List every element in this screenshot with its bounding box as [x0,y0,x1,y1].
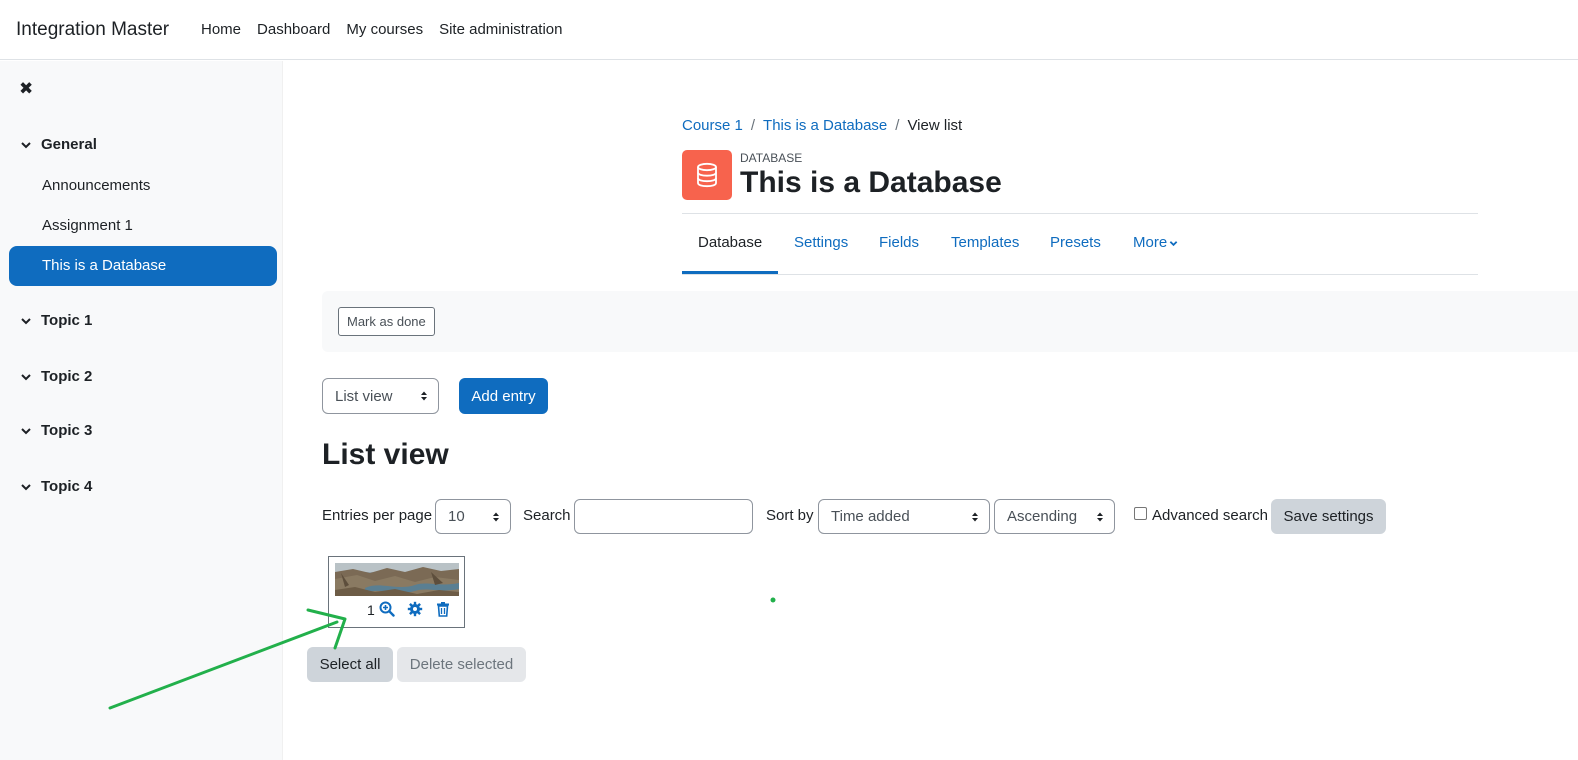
section-topic-4[interactable]: Topic 4 [20,478,92,495]
breadcrumb-separator: / [895,117,900,134]
tab-presets[interactable]: Presets [1050,234,1101,251]
tab-more-label: More [1133,234,1168,251]
sort-by-label: Sort by [766,507,814,524]
select-arrows-icon [1097,512,1103,521]
primary-navigation: Home Dashboard My courses Site administr… [201,21,563,38]
page-title: This is a Database [740,166,1002,199]
chevron-down-icon [21,427,31,434]
nav-home-link[interactable]: Home [201,21,241,38]
select-all-button[interactable]: Select all [307,647,393,682]
advanced-search-label: Advanced search [1152,507,1268,524]
section-title: Topic 1 [41,312,93,329]
search-label: Search [523,507,571,524]
tab-settings[interactable]: Settings [794,234,848,251]
activity-announcements[interactable]: Announcements [42,177,150,194]
view-select-value: List view [335,387,393,405]
delete-selected-button: Delete selected [397,647,526,682]
section-topic-1[interactable]: Topic 1 [20,312,92,329]
list-view-heading: List view [322,438,449,471]
chevron-down-icon [21,317,31,324]
close-icon[interactable]: ✖ [19,79,33,99]
top-navbar: Integration Master Home Dashboard My cou… [0,0,1578,60]
section-title: Topic 2 [41,368,93,385]
chevron-down-icon [21,483,31,490]
active-tab-indicator [682,271,778,274]
section-topic-3[interactable]: Topic 3 [20,422,92,439]
breadcrumb-separator: / [750,117,756,134]
zoom-in-icon[interactable] [379,601,395,617]
select-arrows-icon [493,512,499,521]
nav-dashboard-link[interactable]: Dashboard [257,21,330,38]
chevron-down-icon [1169,240,1178,246]
site-brand[interactable]: Integration Master [16,19,169,41]
sort-by-select[interactable]: Time added [818,499,990,534]
view-select[interactable]: List view [322,378,439,414]
section-general[interactable]: General [20,136,97,153]
breadcrumb: Course 1 / This is a Database / View lis… [682,117,962,134]
sort-by-value: Time added [831,508,910,525]
select-arrows-icon [421,391,427,401]
breadcrumb-current: View list [907,117,963,134]
trash-icon[interactable] [435,601,451,617]
sort-order-select[interactable]: Ascending [994,499,1115,534]
select-arrows-icon [972,512,978,521]
entry-card: 1 [328,556,465,628]
tab-database[interactable]: Database [698,234,762,251]
gear-icon[interactable] [407,601,423,617]
entries-per-page-value: 10 [448,508,465,525]
section-title: Topic 3 [41,422,93,439]
activity-this-is-a-database[interactable]: This is a Database [9,246,277,286]
nav-my-courses-link[interactable]: My courses [346,21,423,38]
module-type-label: DATABASE [740,151,803,165]
sort-order-value: Ascending [1007,508,1078,525]
activity-completion-bar: Mark as done [322,291,1578,352]
section-topic-2[interactable]: Topic 2 [20,368,92,385]
database-icon [682,150,732,200]
entries-per-page-select[interactable]: 10 [435,499,511,534]
entries-per-page-label: Entries per page [322,507,433,524]
mark-as-done-button[interactable]: Mark as done [338,307,435,336]
course-index-drawer: ✖ General Announcements Assignment 1 Thi… [0,61,283,760]
breadcrumb-course-link[interactable]: Course 1 [682,117,743,134]
tab-fields[interactable]: Fields [879,234,919,251]
chevron-down-icon [21,141,31,148]
breadcrumb-database-link[interactable]: This is a Database [763,117,887,134]
search-input[interactable] [574,499,753,534]
add-entry-button[interactable]: Add entry [459,378,548,414]
secondary-navigation: Database Settings Fields Templates Prese… [682,214,1478,275]
tab-templates[interactable]: Templates [951,234,1019,251]
activity-assignment-1[interactable]: Assignment 1 [42,217,133,234]
entry-number: 1 [367,602,375,618]
entry-image[interactable] [335,563,459,596]
section-title: Topic 4 [41,478,93,495]
section-title: General [41,136,97,153]
nav-site-administration-link[interactable]: Site administration [439,21,562,38]
chevron-down-icon [21,373,31,380]
tab-more[interactable]: More [1133,234,1178,251]
save-settings-button[interactable]: Save settings [1271,499,1386,534]
advanced-search-checkbox[interactable] [1134,507,1147,520]
